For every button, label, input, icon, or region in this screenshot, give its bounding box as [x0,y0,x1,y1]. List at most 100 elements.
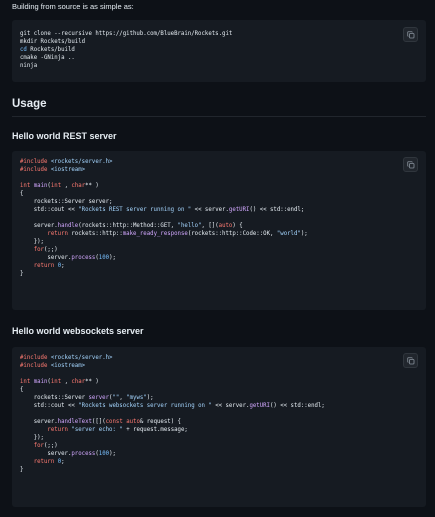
code-token: Rockets/build [26,47,75,53]
rest-code: #include <rockets/server.h> #include <ios… [20,158,308,278]
usage-heading: Usage [12,98,47,110]
code-line: ninja [20,62,232,70]
code-token: <iostream> [47,363,86,369]
code-line: rockets::Server server; [20,198,308,206]
code-token: () << std::endl; [269,403,325,409]
code-token: <rockets/server.h> [47,355,113,361]
code-line: #include <rockets/server.h> [20,354,325,362]
code-token: #include [20,159,48,165]
code-token: (rockets::http::Code::OK, [187,231,277,237]
code-line: std::cout << "Rockets REST server runnin… [20,206,308,214]
code-token: int [50,379,62,385]
code-token: << server. [191,207,229,213]
rest-code-block: #include <rockets/server.h> #include <ios… [12,151,426,310]
code-token: server. [20,419,58,425]
copy-button[interactable] [403,353,418,368]
code-token: ) { [232,223,243,229]
code-token: << server. [211,403,250,409]
code-token: 100 [98,451,110,457]
code-line: { [20,386,325,394]
code-token: server. [20,255,72,261]
code-token: (rockets::http::Method::GET, [78,223,178,229]
code-token: + request.message; [122,427,188,433]
code-line: mkdir Rockets/build [20,38,232,46]
code-token: handleText [57,419,92,425]
code-line: } [20,466,325,474]
code-line: } [20,270,308,278]
code-token: for [33,247,44,253]
code-token: int [20,183,31,189]
code-line: cmake -GNinja .. [20,54,232,62]
code-token: #include [20,355,48,361]
code-line: #include <iostream> [20,362,325,370]
code-token: 100 [98,255,110,261]
code-token: } [20,271,24,277]
code-line: rockets::Server server("", "myws"); [20,394,325,402]
code-token: char [71,183,86,189]
code-token: "server echo: " [71,427,123,433]
code-token: { [20,191,24,197]
code-token: <iostream> [47,167,86,173]
code-token: server. [20,223,58,229]
heading-divider [12,116,426,117]
code-token: const [105,419,123,425]
code-token: process [71,451,96,457]
build-code: git clone --recursive https://github.com… [20,30,232,70]
code-token: cd [20,47,27,53]
code-token: std::cout << [20,207,79,213]
code-token: "Rockets REST server running on " [78,207,192,213]
code-token: <rockets/server.h> [47,159,113,165]
code-token: { [20,387,24,393]
code-token: "hello" [177,223,202,229]
code-token: main [33,379,48,385]
code-token: for [33,443,44,449]
code-token: , [61,183,72,189]
code-token: , []( [201,223,219,229]
code-token: process [71,255,96,261]
code-token: ; [61,263,65,269]
code-token: mkdir Rockets/build [20,39,86,45]
code-line: server.process(100); [20,450,325,458]
code-line: server.handleText([](const auto& request… [20,418,325,426]
websockets-code-block: #include <rockets/server.h> #include <ios… [12,347,426,507]
code-token: git clone --recursive https://github.com… [20,31,233,37]
code-token: rockets::Server server; [20,199,113,205]
rest-server-heading: Hello world REST server [12,131,117,141]
code-token: "world" [276,231,301,237]
code-line: #include <rockets/server.h> [20,158,308,166]
code-line: #include <iostream> [20,166,308,174]
code-line: return rockets::http::make_ready_respons… [20,230,307,238]
code-token: make_ready_response [122,231,188,237]
code-token: return [33,263,55,269]
code-token: int [50,183,62,189]
websockets-server-heading: Hello world websockets server [12,326,144,336]
websockets-code: #include <rockets/server.h> #include <ios… [20,354,325,474]
code-line: return "server echo: " + request.message… [20,426,325,434]
copy-button[interactable] [403,157,418,172]
copy-button[interactable] [403,27,418,42]
copy-icon [406,356,414,364]
code-token: std::cout << [20,403,79,409]
code-line: int main(int , char** ) [20,378,325,386]
code-token: server [88,395,110,401]
code-token: "Rockets websockets server running on " [78,403,212,409]
code-token: }); [20,435,44,441]
code-token: main [33,183,48,189]
code-token: & request) { [139,419,181,425]
code-token: return [47,427,68,433]
code-token: (;;) [43,247,58,253]
code-token: ); [109,255,116,261]
code-token: rockets::Server [20,395,89,401]
code-line: for(;;) [20,442,325,450]
code-token: () << std::endl; [249,207,305,213]
code-token: cmake -GNinja .. [20,55,75,61]
code-token: ninja [20,63,38,69]
code-token: #include [20,167,48,173]
code-token: } [20,467,24,473]
